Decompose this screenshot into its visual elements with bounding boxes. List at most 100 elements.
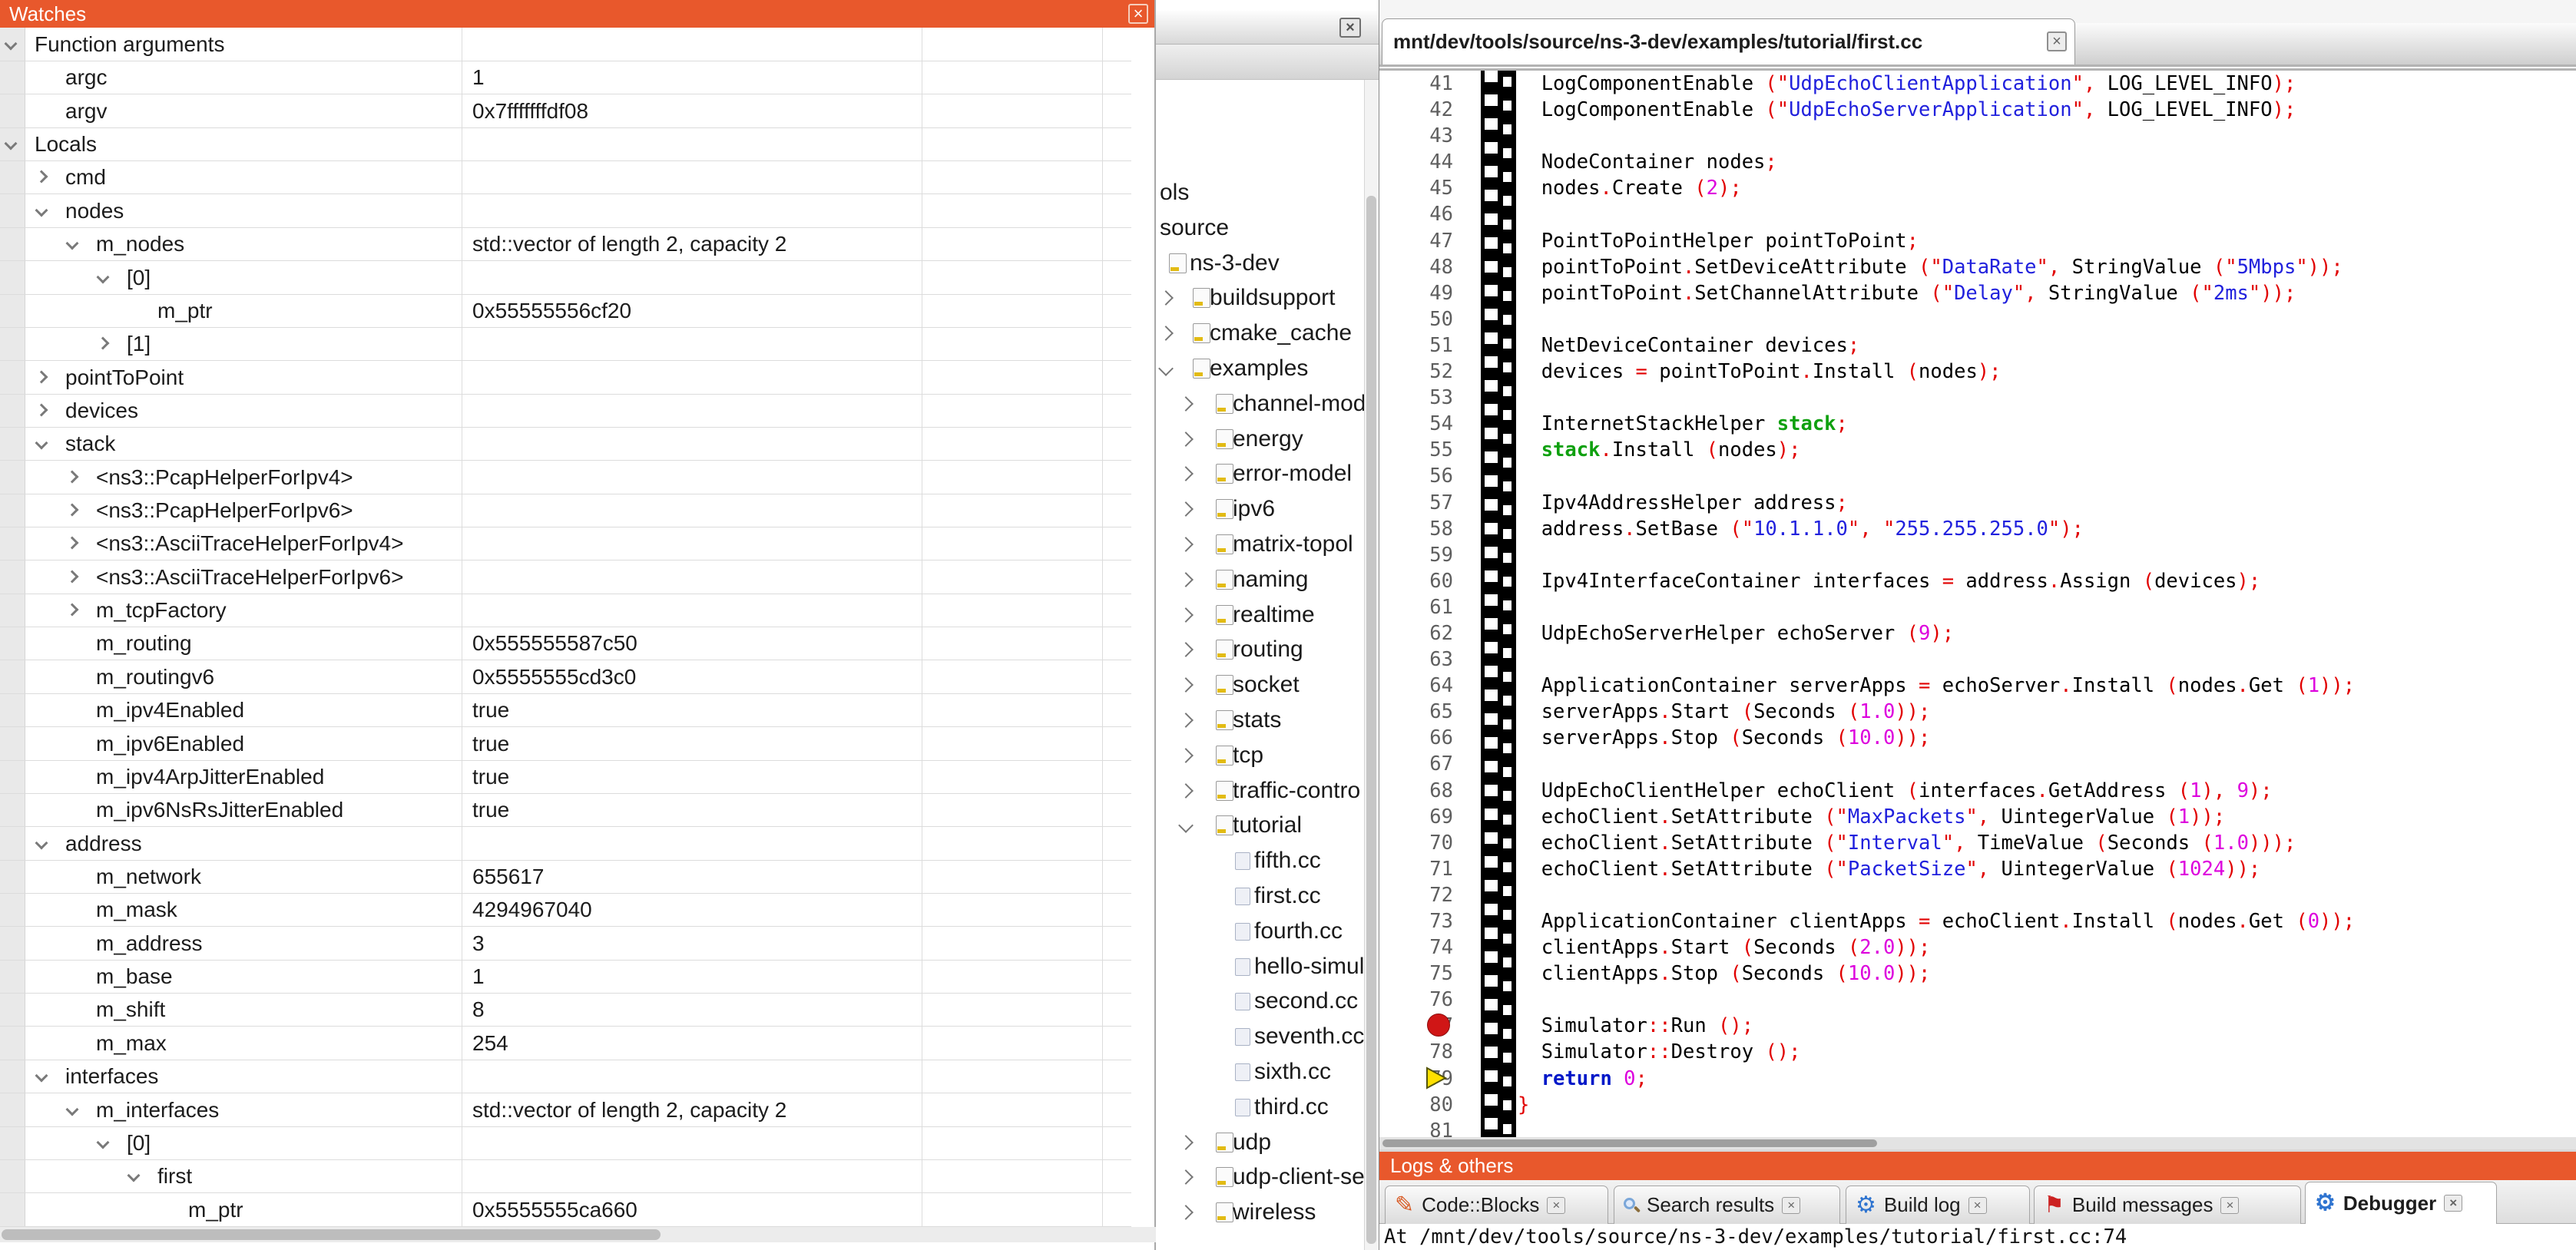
watch-row[interactable]: nodes xyxy=(0,194,1131,228)
tree-item-buildsupport[interactable]: buildsupport xyxy=(1156,283,1365,313)
expand-icon[interactable] xyxy=(66,604,79,617)
tree-item-hello-simul[interactable]: hello-simul xyxy=(1156,951,1365,982)
watch-row[interactable]: m_address3 xyxy=(0,927,1131,961)
collapse-icon[interactable] xyxy=(97,270,110,283)
tree-item-ns-3-dev[interactable]: ns-3-dev xyxy=(1156,248,1365,279)
tree-item-first-cc[interactable]: first.cc xyxy=(1156,881,1365,911)
expand-icon[interactable] xyxy=(1158,290,1174,306)
logs-tab-search-results[interactable]: Search results× xyxy=(1614,1186,1840,1224)
expand-icon[interactable] xyxy=(35,403,48,416)
expand-icon[interactable] xyxy=(1178,642,1194,657)
tree-item-matrix-topol[interactable]: matrix-topol xyxy=(1156,529,1365,560)
tree-item-energy[interactable]: energy xyxy=(1156,424,1365,455)
logs-title-bar[interactable]: Logs & others xyxy=(1379,1152,2576,1180)
watches-close-icon[interactable]: × xyxy=(1128,4,1148,24)
watches-scrollbar-thumb[interactable] xyxy=(2,1229,661,1240)
tree-item-fourth-cc[interactable]: fourth.cc xyxy=(1156,916,1365,947)
expand-icon[interactable] xyxy=(1178,572,1194,587)
watch-row[interactable]: m_ipv6Enabledtrue xyxy=(0,727,1131,761)
watch-row[interactable]: m_ptr0x5555555ca660 xyxy=(0,1193,1131,1227)
watch-row[interactable]: m_nodesstd::vector of length 2, capacity… xyxy=(0,227,1131,261)
tab-close-icon[interactable]: × xyxy=(1782,1197,1800,1214)
logs-tab-build-log[interactable]: ⚙Build log× xyxy=(1846,1186,2030,1224)
expand-icon[interactable] xyxy=(1178,713,1194,728)
expand-icon[interactable] xyxy=(35,170,48,184)
watch-row[interactable]: pointToPoint xyxy=(0,361,1131,395)
expand-icon[interactable] xyxy=(1178,501,1194,517)
tree-item-channel-mod[interactable]: channel-mod xyxy=(1156,389,1365,419)
project-tree-scrollbar-thumb[interactable] xyxy=(1366,196,1376,1244)
expand-icon[interactable] xyxy=(1178,1169,1194,1185)
tab-close-icon[interactable]: × xyxy=(1547,1197,1565,1214)
expand-icon[interactable] xyxy=(35,370,48,383)
tree-item-source[interactable]: source xyxy=(1156,213,1365,243)
watch-row[interactable]: [1] xyxy=(0,327,1131,361)
tree-item-tcp[interactable]: tcp xyxy=(1156,740,1365,771)
collapse-icon[interactable] xyxy=(66,1103,79,1116)
collapse-icon[interactable] xyxy=(97,1136,110,1149)
tree-item-wireless[interactable]: wireless xyxy=(1156,1197,1365,1228)
watch-row[interactable]: m_ipv4ArpJitterEnabledtrue xyxy=(0,760,1131,794)
collapse-icon[interactable] xyxy=(35,437,48,450)
watch-row[interactable]: m_routing0x555555587c50 xyxy=(0,627,1131,660)
tree-item-ipv6[interactable]: ipv6 xyxy=(1156,494,1365,524)
editor-horizontal-scrollbar[interactable] xyxy=(1379,1137,2576,1149)
tab-close-icon[interactable]: × xyxy=(1968,1197,1987,1214)
expand-icon[interactable] xyxy=(97,337,110,350)
watch-row[interactable]: m_ipv4Enabledtrue xyxy=(0,693,1131,727)
expand-icon[interactable] xyxy=(66,504,79,517)
expand-icon[interactable] xyxy=(66,470,79,483)
expand-icon[interactable] xyxy=(1178,748,1194,763)
watch-row[interactable]: <ns3::PcapHelperForIpv4> xyxy=(0,461,1131,494)
watch-row[interactable]: m_shift8 xyxy=(0,993,1131,1027)
expand-icon[interactable] xyxy=(1178,466,1194,481)
logs-tab-debugger[interactable]: ⚙Debugger× xyxy=(2305,1182,2497,1224)
breakpoint-icon[interactable] xyxy=(1427,1014,1450,1037)
tree-item-udp-client-ser[interactable]: udp-client-ser xyxy=(1156,1162,1365,1192)
watches-horizontal-scrollbar[interactable] xyxy=(0,1227,1156,1242)
tree-item-cmake-cache[interactable]: cmake_cache xyxy=(1156,318,1365,349)
tree-item-second-cc[interactable]: second.cc xyxy=(1156,986,1365,1017)
watch-row[interactable]: stack xyxy=(0,427,1131,461)
expand-icon[interactable] xyxy=(1158,326,1174,341)
expand-icon[interactable] xyxy=(1178,783,1194,799)
expand-icon[interactable] xyxy=(1178,1205,1194,1220)
tab-close-icon[interactable]: × xyxy=(2220,1197,2239,1214)
tree-item-ols[interactable]: ols xyxy=(1156,177,1365,208)
logs-tab-code-blocks[interactable]: ✎Code::Blocks× xyxy=(1385,1186,1608,1224)
tree-item-stats[interactable]: stats xyxy=(1156,705,1365,736)
expand-icon[interactable] xyxy=(1178,396,1194,412)
expand-icon[interactable] xyxy=(66,537,79,550)
editor-tab-first-cc[interactable]: mnt/dev/tools/source/ns-3-dev/examples/t… xyxy=(1382,18,2075,64)
watch-row[interactable]: m_base1 xyxy=(0,960,1131,994)
tab-close-icon[interactable]: × xyxy=(2444,1195,2462,1212)
editor-code-area[interactable]: LogComponentEnable ("UdpEchoClientApplic… xyxy=(1518,71,2576,1144)
tree-item-error-model[interactable]: error-model xyxy=(1156,458,1365,489)
watch-row[interactable]: devices xyxy=(0,394,1131,428)
editor-scrollbar-thumb[interactable] xyxy=(1382,1139,1877,1147)
expand-icon[interactable] xyxy=(1178,432,1194,447)
watch-row[interactable]: <ns3::PcapHelperForIpv6> xyxy=(0,494,1131,527)
tree-item-traffic-contro[interactable]: traffic-contro xyxy=(1156,775,1365,806)
expand-icon[interactable] xyxy=(1178,537,1194,552)
tree-item-tutorial[interactable]: tutorial xyxy=(1156,810,1365,841)
watch-row[interactable]: interfaces xyxy=(0,1060,1131,1093)
expand-icon[interactable] xyxy=(1178,1135,1194,1150)
collapse-icon[interactable] xyxy=(35,836,48,849)
tree-item-third-cc[interactable]: third.cc xyxy=(1156,1092,1365,1123)
tree-item-examples[interactable]: examples xyxy=(1156,353,1365,384)
tree-item-naming[interactable]: naming xyxy=(1156,564,1365,595)
tree-item-udp[interactable]: udp xyxy=(1156,1127,1365,1158)
tree-item-sixth-cc[interactable]: sixth.cc xyxy=(1156,1057,1365,1087)
watch-row[interactable]: <ns3::AsciiTraceHelperForIpv6> xyxy=(0,561,1131,594)
editor-breakpoint-margin[interactable] xyxy=(1481,71,1516,1137)
collapse-icon[interactable] xyxy=(35,1070,48,1083)
watch-row[interactable]: Locals xyxy=(0,127,1131,161)
logs-tab-build-messages[interactable]: ⚑Build messages× xyxy=(2034,1186,2301,1224)
watch-row[interactable]: argc1 xyxy=(0,61,1131,94)
watch-row[interactable]: m_network655617 xyxy=(0,860,1131,894)
watch-row[interactable]: m_ptr0x55555556cf20 xyxy=(0,294,1131,328)
collapse-icon[interactable] xyxy=(1158,361,1174,376)
expand-icon[interactable] xyxy=(1178,607,1194,623)
tree-item-fifth-cc[interactable]: fifth.cc xyxy=(1156,845,1365,876)
